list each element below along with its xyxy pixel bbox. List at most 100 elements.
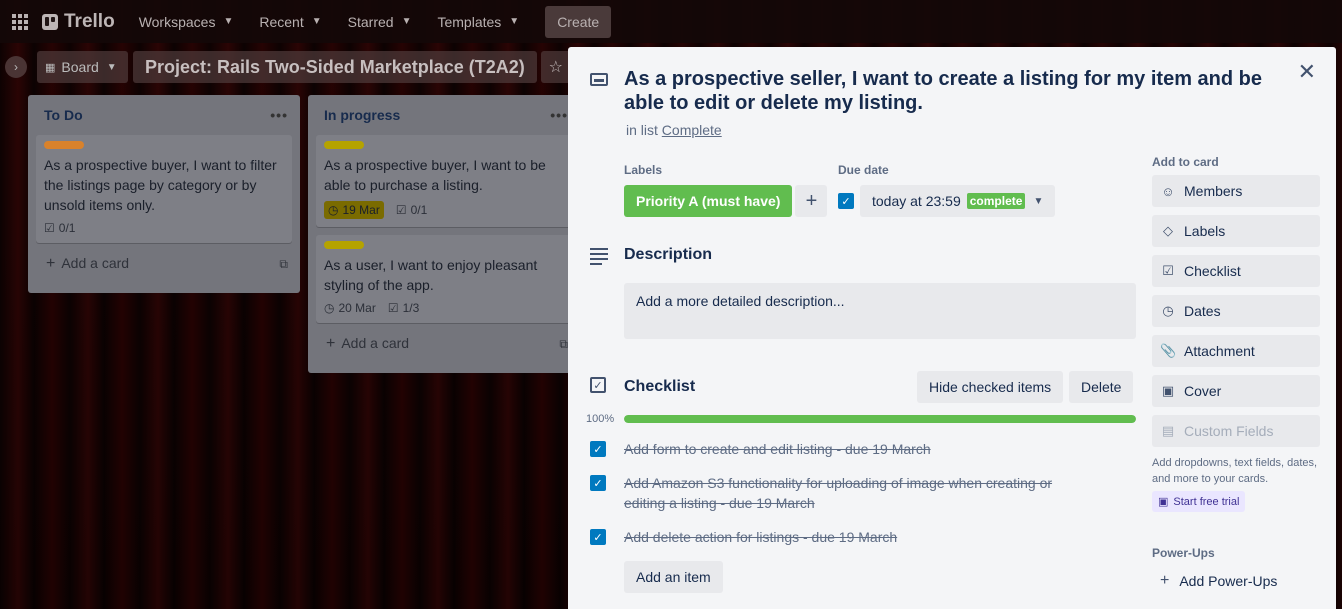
custom-fields-button[interactable]: ▤ Custom Fields xyxy=(1152,415,1320,447)
members-label: Members xyxy=(1184,183,1243,199)
plus-icon: + xyxy=(326,335,336,352)
nav-starred[interactable]: Starred ▼ xyxy=(348,14,412,30)
chevron-down-icon: ▼ xyxy=(106,61,117,73)
create-button[interactable]: Create xyxy=(545,5,612,38)
clock-icon: ◷ xyxy=(328,203,339,217)
checklist-item[interactable]: ✓ Add Amazon S3 functionality for upload… xyxy=(590,473,1054,513)
complete-badge: complete xyxy=(966,193,1026,209)
description-icon xyxy=(590,248,608,268)
start-free-trial-button[interactable]: ▣ Start free trial xyxy=(1152,491,1246,512)
person-icon: ☺ xyxy=(1161,183,1175,199)
add-power-ups-button[interactable]: + Add Power-Ups xyxy=(1152,572,1320,590)
progress-percent: 100% xyxy=(586,413,615,425)
checklist-icon: ☑ xyxy=(395,203,407,217)
checklist-label: Checklist xyxy=(1184,263,1241,279)
expand-sidebar-icon[interactable]: › xyxy=(5,56,27,78)
labels-button[interactable]: ◇ Labels xyxy=(1152,215,1320,247)
dates-label: Dates xyxy=(1184,303,1221,319)
due-date-button[interactable]: today at 23:59 complete ▼ xyxy=(860,185,1056,217)
card-title: As a user, I want to enjoy pleasant styl… xyxy=(324,257,538,293)
card-template-icon[interactable]: ⧉ xyxy=(279,257,288,272)
checklist-icon: ☑ xyxy=(1162,263,1174,278)
add-to-card-heading: Add to card xyxy=(1152,155,1219,169)
star-icon[interactable]: ☆ xyxy=(540,51,571,83)
delete-checklist-button[interactable]: Delete xyxy=(1069,371,1134,403)
card-label xyxy=(44,141,84,149)
due-date-badge: ◷ 20 Mar xyxy=(324,301,376,315)
item-text[interactable]: Add form to create and edit listing - du… xyxy=(624,439,1054,459)
board-view-switcher[interactable]: ▦ Board ▼ xyxy=(37,51,128,83)
list-title[interactable]: In progress xyxy=(324,107,400,123)
custom-fields-icon: ▤ xyxy=(1161,423,1175,438)
checklist-item[interactable]: ✓ Add delete action for listings - due 1… xyxy=(590,527,1054,547)
nav-starred-label: Starred xyxy=(347,13,394,30)
power-ups-heading: Power-Ups xyxy=(1152,546,1215,560)
checklist-item[interactable]: ✓ Add form to create and edit listing - … xyxy=(590,439,1054,459)
board-view-label: Board xyxy=(61,59,99,75)
labels-section: Labels Priority A (must have) + xyxy=(624,163,828,217)
due-complete-checkbox[interactable]: ✓ xyxy=(838,193,854,209)
due-date-text: 20 Mar xyxy=(338,301,376,315)
card-title: As a prospective buyer, I want to filter… xyxy=(44,157,277,213)
nav-workspaces-label: Workspaces xyxy=(138,13,216,30)
add-card-label: Add a card xyxy=(341,335,410,351)
checklist-badge: ☑ 0/1 xyxy=(396,203,427,217)
add-item-button[interactable]: Add an item xyxy=(624,561,723,593)
item-text[interactable]: Add delete action for listings - due 19 … xyxy=(624,527,1054,547)
card-label xyxy=(324,141,364,149)
item-text[interactable]: Add Amazon S3 functionality for uploadin… xyxy=(624,473,1054,513)
in-list-text: in list Complete xyxy=(626,122,722,138)
top-nav-bar: Trello Workspaces ▼ Recent ▼ Starred ▼ Temp… xyxy=(0,0,1342,43)
checklist-badge: ☑ 0/1 xyxy=(44,221,75,235)
checklist-button[interactable]: ☑ Checklist xyxy=(1152,255,1320,287)
list-menu-icon[interactable]: ••• xyxy=(270,107,288,123)
attachment-button[interactable]: 📎 Attachment xyxy=(1152,335,1320,367)
checklist-heading[interactable]: Checklist xyxy=(624,378,695,396)
card-sidebar: Add to card ☺ Members ◇ Labels ☑ Checklist … xyxy=(1152,155,1320,590)
gift-icon: ▣ xyxy=(1158,496,1169,508)
chevron-down-icon: ▼ xyxy=(311,16,322,27)
plus-icon: + xyxy=(46,255,56,272)
item-checkbox[interactable]: ✓ xyxy=(590,475,606,491)
list-name-link[interactable]: Complete xyxy=(662,122,722,138)
card-badges: ◷ 20 Mar ☑ 1/3 xyxy=(324,301,564,315)
dates-button[interactable]: ◷ Dates xyxy=(1152,295,1320,327)
labels-label: Labels xyxy=(1184,223,1226,239)
add-card-button[interactable]: + Add a card ⧉ xyxy=(28,251,300,273)
hide-checked-items-button[interactable]: Hide checked items xyxy=(917,371,1064,403)
nav-workspaces[interactable]: Workspaces ▼ xyxy=(139,14,234,30)
card-icon xyxy=(590,73,608,86)
clock-icon: ◷ xyxy=(1162,303,1174,318)
list-menu-icon[interactable]: ••• xyxy=(550,107,568,123)
due-date-heading: Due date xyxy=(838,163,889,177)
board-title[interactable]: Project: Rails Two-Sided Marketplace (T2… xyxy=(133,51,537,83)
cover-button[interactable]: ▣ Cover xyxy=(1152,375,1320,407)
nav-templates[interactable]: Templates ▼ xyxy=(437,14,519,30)
card-template-icon[interactable]: ⧉ xyxy=(559,337,568,352)
item-checkbox[interactable]: ✓ xyxy=(590,441,606,457)
card[interactable]: As a prospective buyer, I want to be abl… xyxy=(316,135,572,227)
nav-recent[interactable]: Recent ▼ xyxy=(259,14,321,30)
members-button[interactable]: ☺ Members xyxy=(1152,175,1320,207)
apps-grid-icon[interactable] xyxy=(12,13,28,30)
add-card-button[interactable]: + Add a card ⧉ xyxy=(308,331,580,353)
add-card-label: Add a card xyxy=(61,255,130,271)
list-title[interactable]: To Do xyxy=(44,107,83,123)
chevron-down-icon: ▼ xyxy=(509,16,520,27)
in-list-prefix: in list xyxy=(626,122,658,138)
card[interactable]: As a prospective buyer, I want to filter… xyxy=(36,135,292,243)
trello-logo[interactable]: Trello xyxy=(42,11,115,33)
card[interactable]: As a user, I want to enjoy pleasant styl… xyxy=(316,235,572,323)
label-chip[interactable]: Priority A (must have) xyxy=(624,185,793,217)
checklist-badge: ☑ 1/3 xyxy=(388,301,419,315)
due-date-text: 19 Mar xyxy=(342,203,380,217)
description-input[interactable]: Add a more detailed description... xyxy=(624,283,1136,339)
progress-fill xyxy=(624,415,1136,423)
add-label-button[interactable]: + xyxy=(795,185,828,217)
checklist-progress-bar xyxy=(624,415,1136,423)
card-detail-modal: ✕ As a prospective seller, I want to cre… xyxy=(568,47,1336,609)
plus-icon: + xyxy=(1160,572,1170,589)
paperclip-icon: 📎 xyxy=(1160,343,1177,358)
card-title[interactable]: As a prospective seller, I want to creat… xyxy=(624,67,1304,115)
item-checkbox[interactable]: ✓ xyxy=(590,529,606,545)
